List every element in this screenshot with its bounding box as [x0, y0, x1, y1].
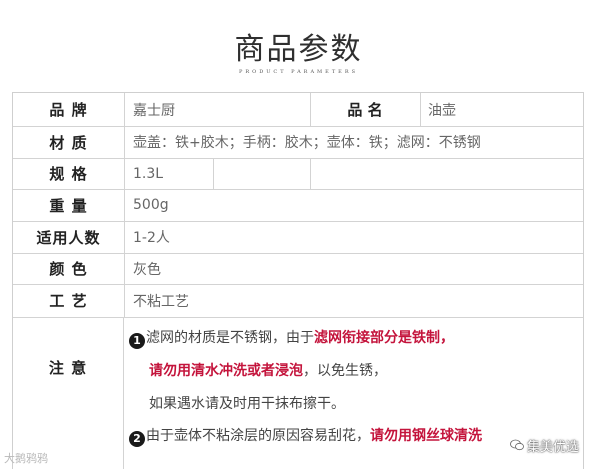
name-value: 油壶 [428, 102, 456, 119]
divider [213, 158, 214, 189]
weight-label: 重 量 [13, 189, 125, 221]
note-1-highlight-a: 滤网衔接部分是铁制， [314, 330, 454, 346]
spec-label: 规 格 [13, 158, 125, 189]
row-color: 颜 色 灰色 [13, 253, 583, 285]
note-1-text-c: 如果遇水请及时用干抹布擦干。 [149, 396, 345, 412]
watermark-left: 大鹅鸦鸦 [4, 450, 48, 466]
params-table: 品 牌 嘉士厨 品 名 油壶 材 质 壶盖：铁+胶木；手柄：胶木；壶体：铁；滤网… [12, 92, 584, 469]
row-weight: 重 量 500g [13, 189, 583, 222]
craft-value: 不粘工艺 [133, 293, 189, 310]
people-value: 1-2人 [133, 230, 170, 246]
row-notes: 注 意 1 滤网的材质是不锈钢，由于滤网衔接部分是铁制， 请勿用清水冲洗或者浸泡，… [13, 317, 583, 469]
notes-label: 注 意 [13, 317, 124, 469]
note-1-number: 1 [129, 333, 145, 349]
weight-value: 500g [133, 197, 169, 213]
divider [310, 158, 311, 189]
brand-label: 品 牌 [13, 93, 125, 126]
color-value: 灰色 [133, 261, 161, 278]
note-1-text-a: 滤网的材质是不锈钢，由于 [146, 330, 314, 346]
wechat-icon [510, 439, 524, 451]
note-2-highlight: 请勿用钢丝球清洗 [370, 428, 482, 444]
note-2-number: 2 [129, 431, 145, 447]
note-1-line-3: 如果遇水请及时用干抹布擦干。 [149, 393, 345, 413]
note-2-line-1: 2 由于壶体不粘涂层的原因容易刮花，请勿用钢丝球清洗 [129, 425, 482, 447]
material-value: 壶盖：铁+胶木；手柄：胶木；壶体：铁；滤网：不锈钢 [133, 135, 481, 151]
note-1-text-b: ，以免生锈， [303, 363, 387, 379]
row-brand: 品 牌 嘉士厨 品 名 油壶 [13, 93, 583, 127]
people-label: 适用人数 [13, 221, 125, 253]
note-1-line-2: 请勿用清水冲洗或者浸泡，以免生锈， [149, 360, 387, 380]
row-material: 材 质 壶盖：铁+胶木；手柄：胶木；壶体：铁；滤网：不锈钢 [13, 126, 583, 159]
color-label: 颜 色 [13, 253, 125, 284]
note-1-line-1: 1 滤网的材质是不锈钢，由于滤网衔接部分是铁制， [129, 327, 454, 349]
watermark-left-text: 大鹅鸦鸦 [4, 452, 48, 465]
product-params-page: 商品参数 PRODUCT PARAMETERS 品 牌 嘉士厨 品 名 油壶 材… [0, 0, 597, 469]
page-subtitle: PRODUCT PARAMETERS [238, 69, 359, 75]
page-title: 商品参数 [234, 32, 363, 67]
note-1-highlight-b: 请勿用清水冲洗或者浸泡 [149, 363, 303, 379]
material-label: 材 质 [13, 126, 125, 158]
row-craft: 工 艺 不粘工艺 [13, 284, 583, 318]
craft-label: 工 艺 [13, 284, 125, 317]
watermark-right: 集美优选 [510, 434, 579, 456]
watermark-right-text: 集美优选 [527, 439, 580, 455]
row-spec: 规 格 1.3L [13, 158, 583, 190]
brand-value: 嘉士厨 [133, 102, 175, 119]
note-2-text-a: 由于壶体不粘涂层的原因容易刮花， [146, 428, 370, 444]
name-label: 品 名 [347, 101, 383, 119]
spec-value: 1.3L [133, 165, 164, 182]
row-people: 适用人数 1-2人 [13, 221, 583, 254]
